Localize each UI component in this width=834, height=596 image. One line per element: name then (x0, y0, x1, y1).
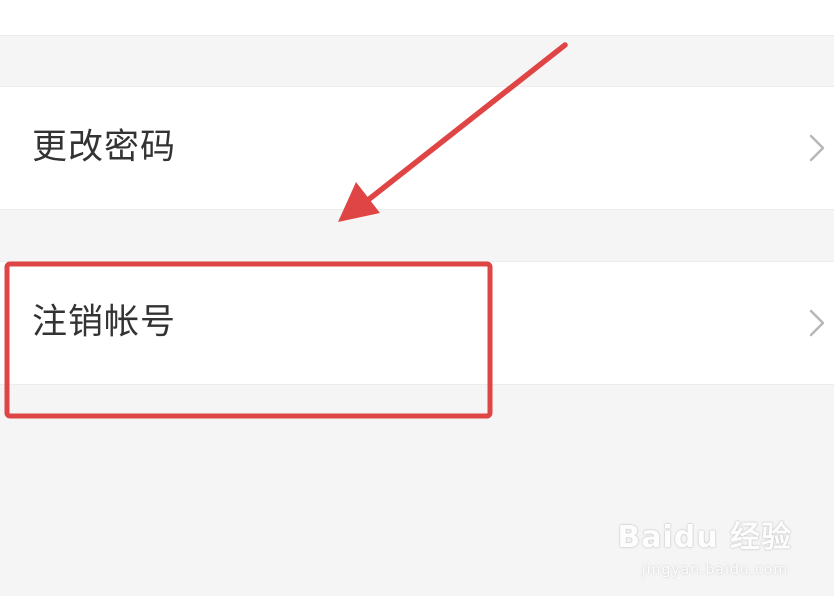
chevron-right-icon (809, 134, 825, 162)
settings-row-label: 注销帐号 (32, 302, 177, 343)
settings-row-change-password[interactable]: 更改密码 (0, 86, 834, 210)
baidu-watermark: Baidu 经验 (617, 520, 792, 555)
settings-row-label: 更改密码 (32, 127, 177, 168)
chevron-right-icon (809, 309, 825, 337)
baidu-watermark-url: jingyan.baidu.com (641, 562, 788, 578)
settings-row-cancel-account[interactable]: 注销帐号 (0, 261, 834, 385)
top-settings-section (0, 0, 834, 36)
